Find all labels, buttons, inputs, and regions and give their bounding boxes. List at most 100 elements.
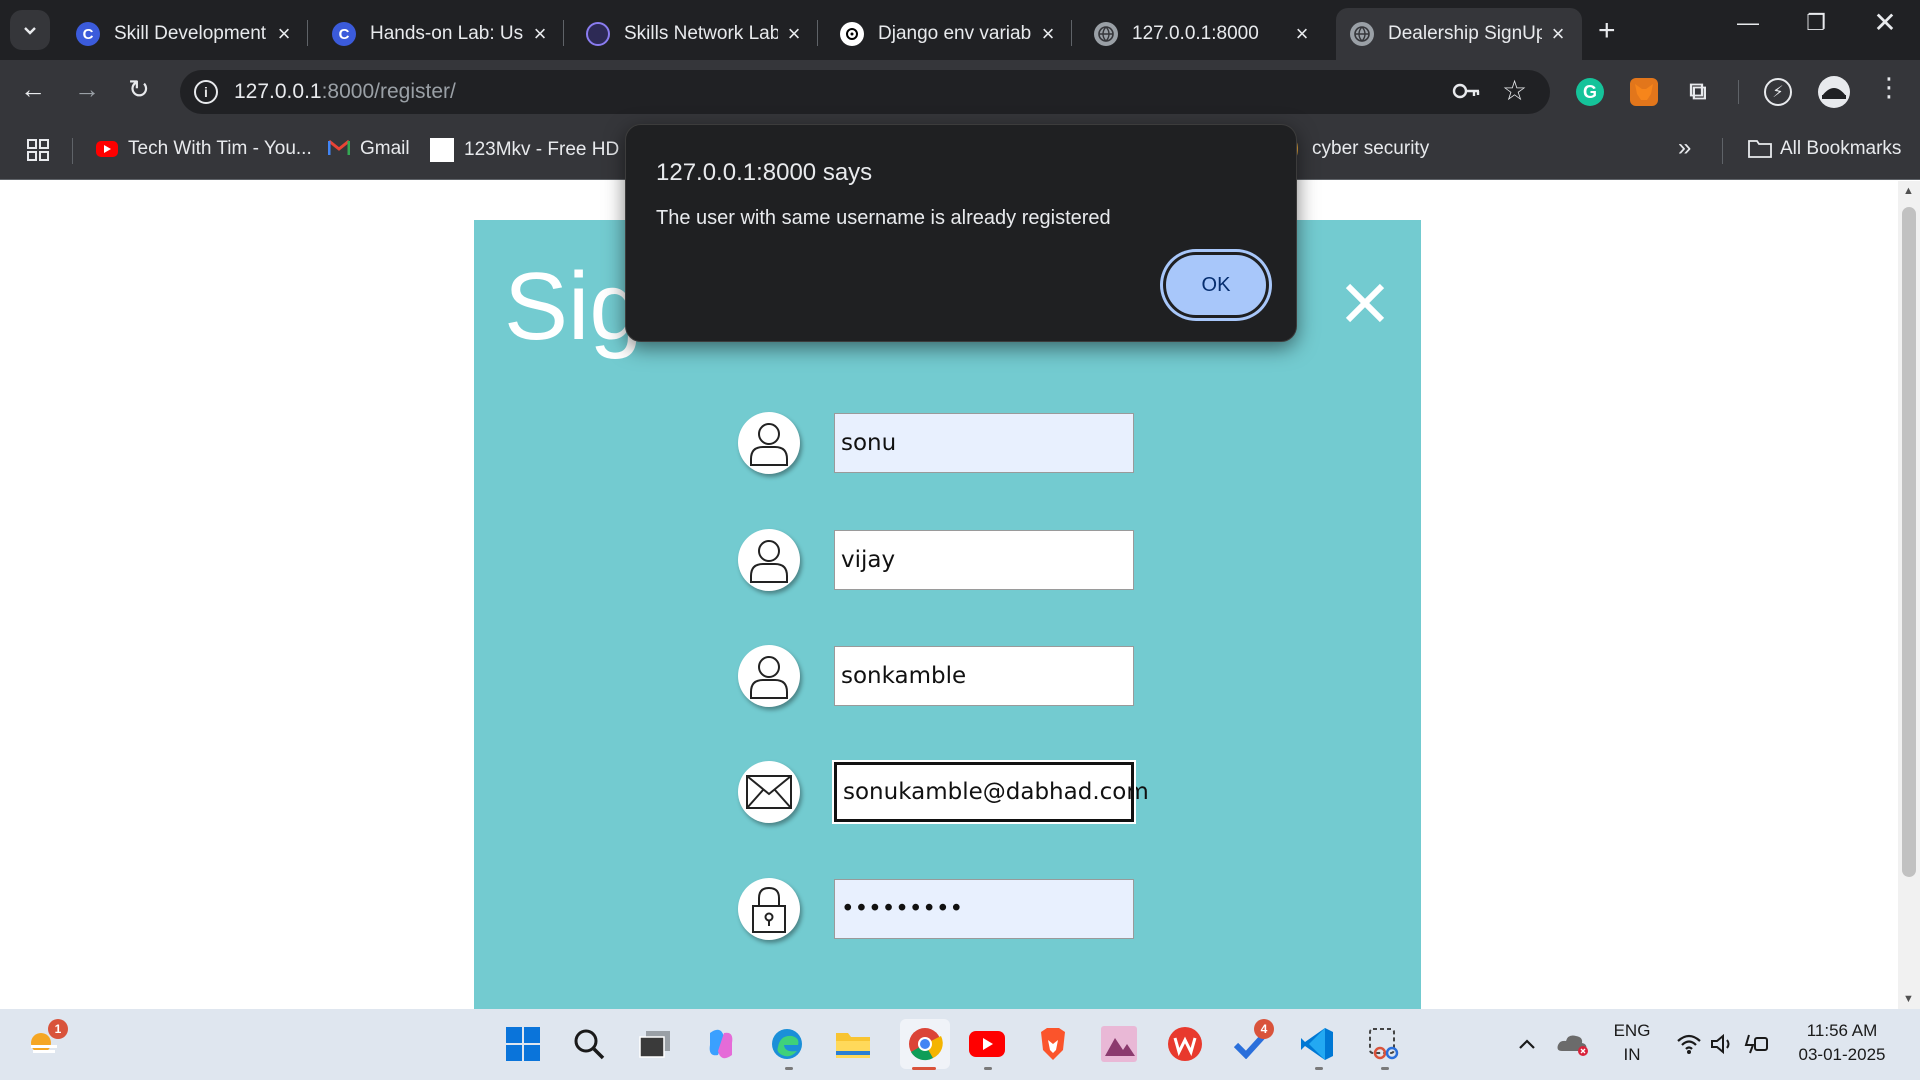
bookmark-tech-with-tim[interactable]: Tech With Tim - You... bbox=[96, 138, 312, 160]
tab-dealership-signup[interactable]: Dealership SignUp × bbox=[1336, 8, 1582, 60]
profile-avatar[interactable] bbox=[1818, 76, 1850, 108]
username-field[interactable]: sonu bbox=[834, 413, 1134, 473]
photo-app-icon[interactable] bbox=[1100, 1025, 1138, 1063]
bookmark-cyber-security[interactable]: cyber security bbox=[1288, 138, 1429, 160]
edge-icon[interactable] bbox=[768, 1025, 806, 1063]
password-field[interactable]: ••••••••• bbox=[834, 879, 1134, 939]
clock-time[interactable]: 11:56 AM bbox=[1782, 1021, 1902, 1041]
alert-dialog: 127.0.0.1:8000 says The user with same u… bbox=[625, 124, 1297, 342]
all-bookmarks-button[interactable]: All Bookmarks bbox=[1748, 138, 1901, 160]
close-icon[interactable] bbox=[1342, 280, 1388, 326]
tab-django-env[interactable]: Django env variabl × bbox=[826, 8, 1072, 60]
running-indicator bbox=[785, 1067, 793, 1070]
tab-search-button[interactable] bbox=[10, 10, 50, 50]
last-name-value: sonkamble bbox=[841, 663, 967, 689]
snipping-tool-icon[interactable] bbox=[1364, 1025, 1402, 1063]
password-key-icon[interactable] bbox=[1452, 80, 1482, 109]
metamask-icon[interactable] bbox=[1630, 78, 1658, 106]
file-explorer-icon[interactable] bbox=[834, 1025, 872, 1063]
weather-badge: 1 bbox=[48, 1019, 68, 1039]
scroll-down-arrow-icon[interactable]: ▼ bbox=[1903, 993, 1914, 1005]
scroll-thumb[interactable] bbox=[1902, 207, 1916, 877]
task-view-icon[interactable] bbox=[636, 1025, 674, 1063]
close-tab-icon[interactable]: × bbox=[1038, 21, 1058, 47]
address-bar[interactable]: i 127.0.0.1:8000/register/ bbox=[180, 70, 1550, 114]
language-region[interactable]: IN bbox=[1602, 1045, 1662, 1065]
skills-network-icon bbox=[586, 22, 610, 46]
grammarly-icon[interactable]: G bbox=[1576, 78, 1604, 106]
globe-icon bbox=[1350, 22, 1374, 46]
envelope-icon bbox=[738, 761, 800, 823]
bookmark-gmail[interactable]: Gmail bbox=[327, 138, 410, 160]
tray-chevron-up-icon[interactable] bbox=[1508, 1025, 1546, 1063]
restore-button[interactable]: ❐ bbox=[1786, 10, 1846, 36]
running-indicator bbox=[984, 1067, 992, 1070]
email-row: sonukamble@dabhad.com bbox=[738, 760, 1149, 825]
windows-start-icon[interactable] bbox=[504, 1025, 542, 1063]
battery-charging-icon[interactable] bbox=[1738, 1025, 1776, 1063]
close-tab-icon[interactable]: × bbox=[274, 21, 294, 47]
bookmark-label: Gmail bbox=[360, 138, 410, 159]
close-window-button[interactable]: ✕ bbox=[1855, 6, 1915, 39]
more-bookmarks-chevron-icon[interactable]: » bbox=[1678, 134, 1691, 162]
wps-office-icon[interactable] bbox=[1166, 1025, 1204, 1063]
close-tab-icon[interactable]: × bbox=[1548, 21, 1568, 47]
chrome-icon[interactable] bbox=[900, 1019, 950, 1069]
tab-skill-development[interactable]: C Skill Development × bbox=[62, 8, 308, 60]
youtube-icon bbox=[96, 141, 118, 157]
minimize-button[interactable]: — bbox=[1718, 10, 1778, 36]
reload-button[interactable]: ↻ bbox=[128, 74, 150, 105]
clock-date[interactable]: 03-01-2025 bbox=[1782, 1045, 1902, 1065]
new-tab-button[interactable]: + bbox=[1598, 14, 1616, 48]
page-scrollbar[interactable]: ▲ ▼ bbox=[1898, 181, 1920, 1009]
username-row: sonu bbox=[738, 412, 1134, 476]
ok-button[interactable]: OK bbox=[1166, 255, 1266, 315]
dialog-title: 127.0.0.1:8000 says bbox=[656, 159, 873, 186]
scroll-up-arrow-icon[interactable]: ▲ bbox=[1903, 185, 1914, 197]
running-indicator bbox=[1381, 1067, 1389, 1070]
apps-grid-icon[interactable] bbox=[26, 138, 50, 162]
tab-title: Hands-on Lab: Usi bbox=[370, 23, 524, 44]
vscode-icon[interactable] bbox=[1298, 1025, 1336, 1063]
volume-icon[interactable] bbox=[1704, 1025, 1742, 1063]
coursera-icon: C bbox=[76, 22, 100, 46]
bookmark-label: 123Mkv - Free HD F... bbox=[464, 139, 650, 160]
bookmark-123mkv[interactable]: 123Mkv - Free HD F... bbox=[430, 138, 650, 162]
youtube-icon[interactable] bbox=[968, 1025, 1006, 1063]
url-text[interactable]: 127.0.0.1:8000/register/ bbox=[234, 80, 456, 104]
site-info-icon[interactable]: i bbox=[194, 80, 218, 104]
tab-title: Dealership SignUp bbox=[1388, 23, 1542, 44]
username-value: sonu bbox=[841, 430, 897, 456]
close-tab-icon[interactable]: × bbox=[784, 21, 804, 47]
copilot-icon[interactable] bbox=[702, 1025, 740, 1063]
tab-title: Django env variabl bbox=[878, 23, 1032, 44]
back-button[interactable]: ← bbox=[20, 74, 46, 105]
performance-icon[interactable]: ⚡ bbox=[1764, 78, 1792, 106]
chatgpt-icon bbox=[840, 22, 864, 46]
brave-icon[interactable] bbox=[1034, 1025, 1072, 1063]
bookmark-separator bbox=[1722, 138, 1723, 164]
wifi-icon[interactable] bbox=[1670, 1025, 1708, 1063]
language-code[interactable]: ENG bbox=[1602, 1021, 1662, 1041]
onedrive-icon[interactable] bbox=[1554, 1025, 1592, 1063]
email-field[interactable]: sonukamble@dabhad.com bbox=[832, 760, 1149, 824]
tab-separator bbox=[307, 20, 308, 46]
tab-hands-on-lab[interactable]: C Hands-on Lab: Usi × bbox=[318, 8, 564, 60]
extensions-puzzle-icon[interactable]: ⧉ bbox=[1684, 78, 1712, 106]
page-icon bbox=[430, 138, 454, 162]
forward-button[interactable]: → bbox=[74, 74, 100, 105]
tab-skills-network-lab[interactable]: Skills Network Lab × bbox=[572, 8, 818, 60]
close-tab-icon[interactable]: × bbox=[1292, 21, 1312, 47]
gmail-icon bbox=[327, 138, 351, 160]
bookmark-separator bbox=[72, 138, 73, 164]
folder-icon bbox=[1748, 138, 1772, 160]
windows-taskbar: 1 4 ENG IN 11:56 AM 03-01-2025 bbox=[0, 1009, 1920, 1080]
tab-localhost[interactable]: 127.0.0.1:8000 × bbox=[1080, 8, 1326, 60]
search-icon[interactable] bbox=[570, 1025, 608, 1063]
globe-icon bbox=[1094, 22, 1118, 46]
menu-kebab-icon[interactable]: ⋮ bbox=[1876, 72, 1902, 103]
close-tab-icon[interactable]: × bbox=[530, 21, 550, 47]
bookmark-star-icon[interactable]: ☆ bbox=[1502, 74, 1527, 107]
first-name-field[interactable]: vijay bbox=[834, 530, 1134, 590]
last-name-field[interactable]: sonkamble bbox=[834, 646, 1134, 706]
